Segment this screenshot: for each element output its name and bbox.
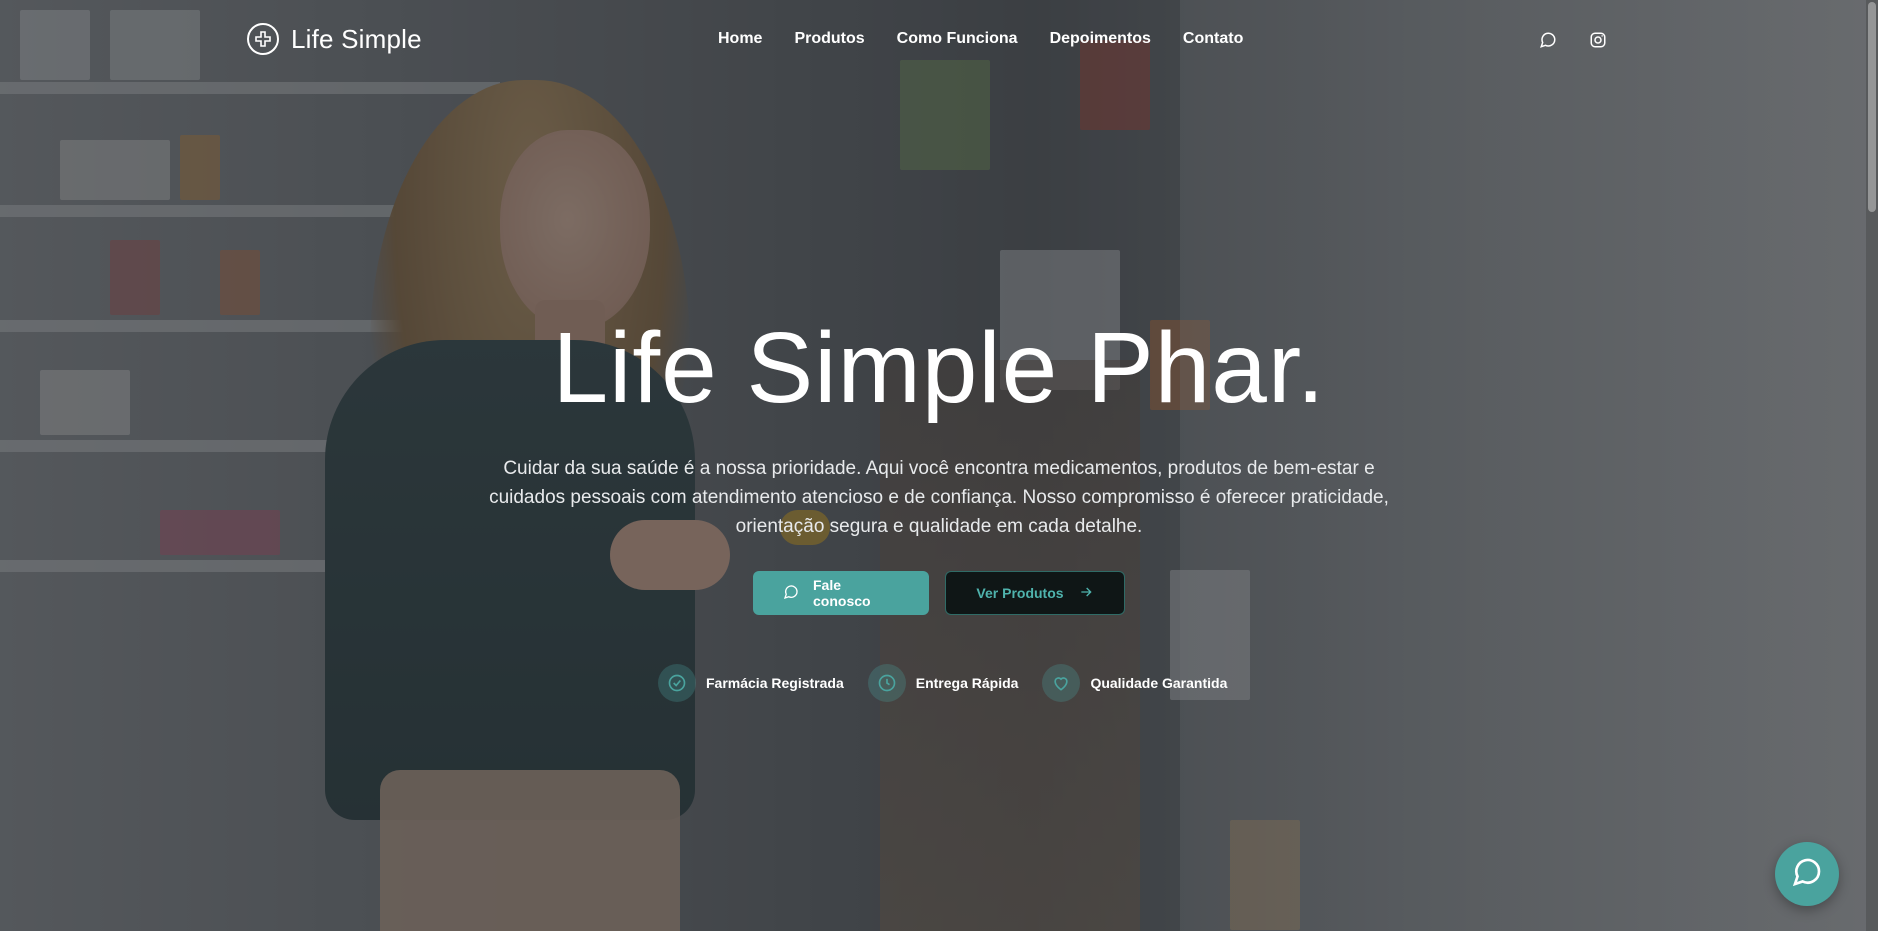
check-circle-icon: [658, 664, 696, 702]
pharmacy-logo-icon: [247, 23, 279, 55]
badge-label: Entrega Rápida: [915, 675, 1019, 691]
nav-home[interactable]: Home: [718, 30, 762, 48]
contact-button-label: Fale conosco: [813, 577, 871, 609]
nav-social-icons: [1538, 30, 1608, 50]
hero-subtitle: Cuidar da sua saúde é a nossa prioridade…: [489, 458, 1389, 537]
scrollbar-thumb[interactable]: [1868, 2, 1876, 212]
view-products-button-label: Ver Produtos: [976, 585, 1064, 601]
nav-depoimentos[interactable]: Depoimentos: [1050, 30, 1151, 48]
badge-label: Farmácia Registrada: [706, 675, 844, 691]
view-products-button[interactable]: Ver Produtos: [945, 571, 1125, 615]
arrow-right-icon: [1078, 584, 1094, 603]
nav-produtos[interactable]: Produtos: [794, 30, 864, 48]
trust-badges: Farmácia Registrada Entrega Rápida Quali…: [658, 664, 1227, 702]
hero-title: Life Simple Phar.: [552, 312, 1326, 424]
message-circle-icon: [1791, 856, 1823, 893]
message-circle-icon: [783, 584, 799, 603]
heart-icon: [1042, 664, 1081, 702]
contact-button[interactable]: Fale conosco: [753, 571, 929, 615]
badge-quality: Qualidade Garantida: [1042, 664, 1227, 702]
hero-cta-group: Fale conosco Ver Produtos: [0, 571, 1878, 615]
main-menu: Home Produtos Como Funciona Depoimentos …: [718, 30, 1243, 48]
badge-registered-pharmacy: Farmácia Registrada: [658, 664, 844, 702]
instagram-icon[interactable]: [1588, 30, 1608, 50]
nav-contato[interactable]: Contato: [1183, 30, 1243, 48]
badge-fast-delivery: Entrega Rápida: [867, 664, 1019, 702]
top-navigation: Life Simple Home Produtos Como Funciona …: [0, 0, 1878, 80]
message-circle-icon[interactable]: [1538, 30, 1558, 50]
brand-name: Life Simple: [291, 23, 422, 54]
clock-icon: [867, 664, 906, 702]
floating-chat-button[interactable]: [1775, 842, 1839, 906]
badge-label: Qualidade Garantida: [1090, 675, 1228, 691]
nav-como-funciona[interactable]: Como Funciona: [897, 30, 1018, 48]
brand-logo[interactable]: Life Simple: [247, 23, 422, 55]
page-scrollbar[interactable]: [1866, 0, 1878, 931]
